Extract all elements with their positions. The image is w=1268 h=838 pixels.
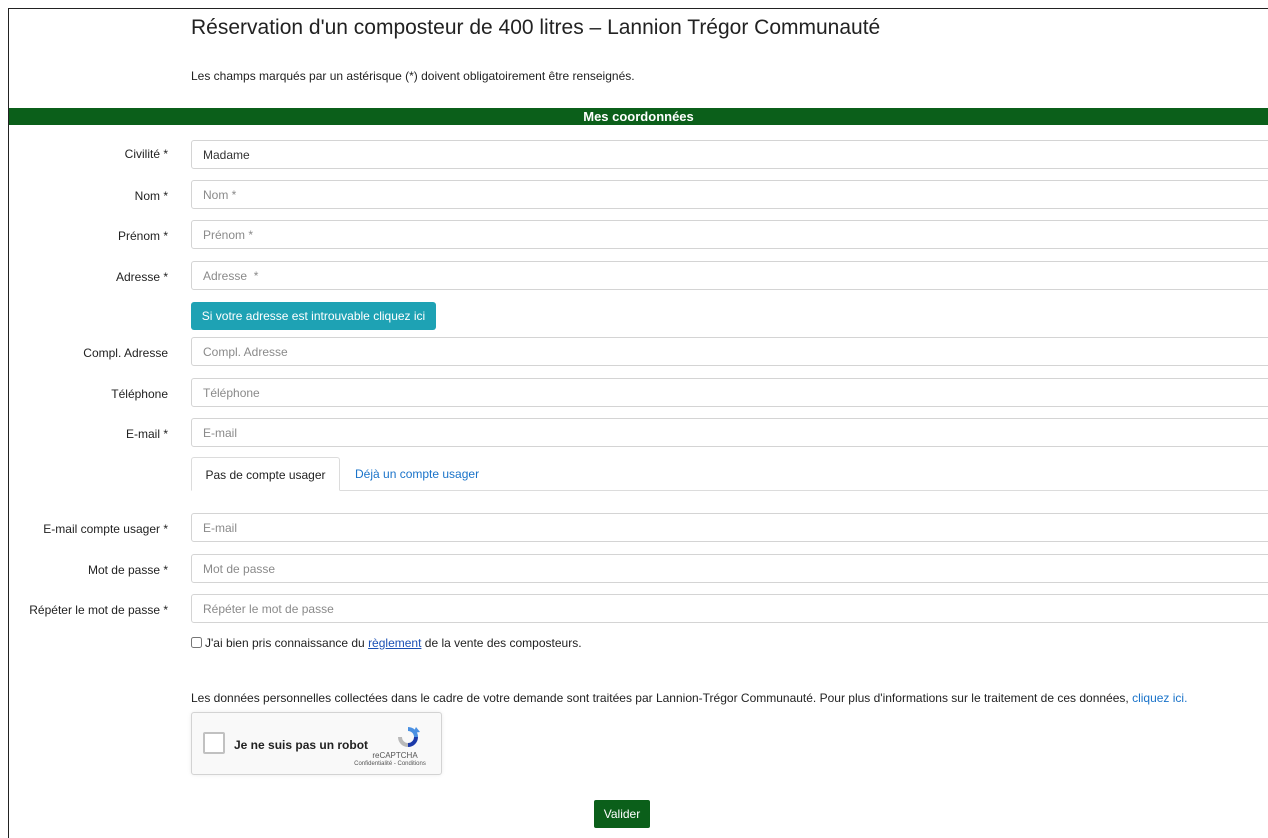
repeat-password-field[interactable]: [191, 594, 1268, 623]
privacy-link[interactable]: cliquez ici.: [1132, 691, 1187, 705]
nom-field[interactable]: [191, 180, 1268, 209]
section-header-mes-coordonnees: Mes coordonnées: [9, 108, 1268, 125]
civilite-label: Civilité *: [124, 147, 168, 161]
email-compte-field[interactable]: [191, 513, 1268, 542]
recaptcha-checkbox[interactable]: [203, 732, 225, 754]
reglement-link[interactable]: règlement: [368, 636, 421, 650]
recaptcha-label: Je ne suis pas un robot: [234, 738, 369, 752]
compl-adresse-label: Compl. Adresse: [83, 346, 168, 360]
compl-adresse-field[interactable]: [191, 337, 1268, 366]
tabs-divider: [191, 490, 1268, 491]
privacy-text: Les données personnelles collectées dans…: [191, 691, 1133, 705]
reglement-checkbox[interactable]: [191, 637, 202, 648]
page-title: Réservation d'un composteur de 400 litre…: [191, 16, 881, 39]
recaptcha-terms-link[interactable]: Confidentialité - Conditions: [342, 761, 438, 767]
reglement-text-before: J'ai bien pris connaissance du: [205, 636, 369, 650]
prenom-label: Prénom *: [117, 229, 168, 243]
civilite-field[interactable]: [191, 140, 1268, 169]
account-tabs: Pas de compte usager Déjà un compte usag…: [191, 457, 1268, 491]
address-not-found-button[interactable]: Si votre adresse est introuvable cliquez…: [191, 302, 436, 330]
adresse-label: Adresse *: [115, 270, 168, 284]
recaptcha-brand: reCAPTCHA: [372, 751, 418, 760]
email-label: E-mail *: [125, 427, 168, 441]
tab-no-account[interactable]: Pas de compte usager: [191, 457, 340, 491]
reglement-row: J'ai bien pris connaissance du règlement…: [191, 636, 582, 650]
reglement-text-after: de la vente des composteurs.: [421, 636, 582, 650]
recaptcha-logo-icon: [398, 727, 420, 747]
tab-existing-account[interactable]: Déjà un compte usager: [355, 457, 479, 491]
required-fields-note: Les champs marqués par un astérisque (*)…: [191, 69, 635, 83]
email-compte-label: E-mail compte usager *: [43, 522, 168, 536]
email-field[interactable]: [191, 418, 1268, 447]
telephone-label: Téléphone: [111, 387, 168, 401]
submit-button[interactable]: Valider: [594, 800, 650, 828]
recaptcha-widget: Je ne suis pas un robot reCAPTCHA Confid…: [191, 712, 442, 775]
repeat-password-label: Répéter le mot de passe *: [29, 603, 168, 617]
adresse-field[interactable]: [191, 261, 1268, 290]
password-field[interactable]: [191, 554, 1268, 583]
privacy-notice: Les données personnelles collectées dans…: [191, 691, 1187, 705]
prenom-field[interactable]: [191, 220, 1268, 249]
nom-label: Nom *: [134, 189, 168, 203]
telephone-field[interactable]: [191, 378, 1268, 407]
password-label: Mot de passe *: [87, 563, 168, 577]
